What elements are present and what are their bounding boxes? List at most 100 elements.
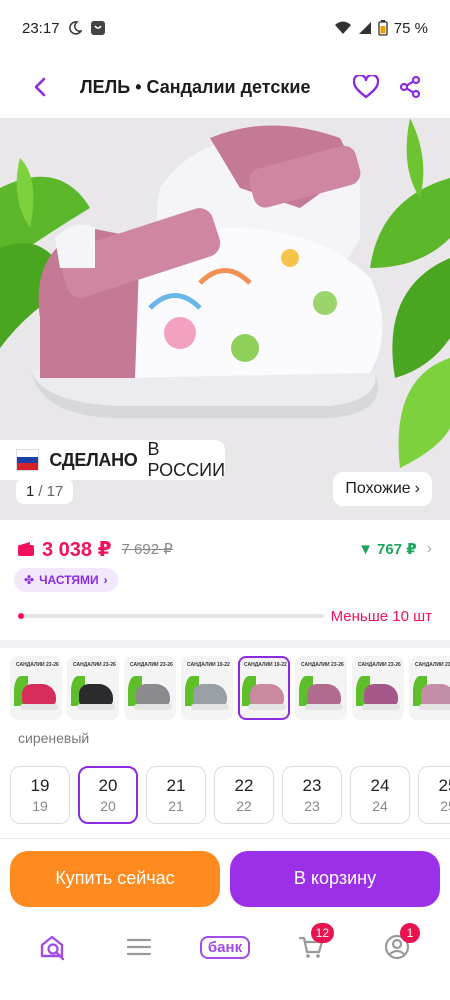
shoe-thumbnail — [136, 684, 170, 706]
color-variant[interactable]: САНДАЛИИ 19-22 — [181, 656, 233, 720]
section-divider — [0, 640, 450, 648]
selected-color-name: сиреневый — [18, 730, 90, 746]
status-bar: 23:17 75 % — [0, 0, 450, 56]
bonus-points[interactable]: ▼ 767 ₽ › — [358, 540, 432, 558]
sole-graphic — [77, 704, 115, 710]
shoe-thumbnail — [193, 684, 227, 706]
sole-graphic — [362, 704, 400, 710]
pager-total: / 17 — [38, 482, 64, 500]
bank-logo: банк — [199, 935, 251, 959]
stock-label: Меньше 10 шт — [330, 607, 432, 625]
color-variants: САНДАЛИИ 23-26 САНДАЛИИ 23-26 САНДАЛИИ 23-… — [10, 656, 450, 720]
chevron-right-icon: › — [426, 540, 432, 557]
size-option[interactable]: 23 23 — [282, 766, 342, 824]
similar-products-button[interactable]: Похожие › — [333, 472, 432, 506]
shoe-thumbnail — [364, 684, 398, 706]
pager-current: 1 — [26, 482, 35, 500]
installments-chip[interactable]: ✤ ЧАСТЯМИ › — [14, 568, 118, 592]
flower-icon: ✤ — [24, 573, 35, 587]
back-arrow-icon — [34, 77, 46, 97]
variant-tag: САНДАЛИИ 23-26 — [16, 662, 59, 668]
installments-label: ЧАСТЯМИ — [39, 573, 99, 587]
action-bar: Купить сейчас В корзину — [0, 838, 450, 918]
sole-graphic — [248, 704, 286, 710]
color-variant[interactable]: САНДАЛИИ 23-26 — [10, 656, 62, 720]
home-search-icon — [40, 935, 65, 961]
menu-icon — [126, 938, 152, 956]
share-icon — [399, 75, 421, 99]
do-not-disturb-icon — [68, 21, 82, 35]
flag-stripe-blue — [17, 456, 39, 464]
cart-badge: 12 — [310, 923, 334, 943]
stock-bar-fill — [18, 613, 25, 619]
shoe-thumbnail — [307, 684, 341, 706]
variant-tag: САНДАЛИИ 19-22 — [187, 662, 230, 668]
size-option[interactable]: 2525 — [418, 766, 450, 824]
signal-icon — [358, 21, 372, 35]
shoe-thumbnail — [22, 684, 56, 706]
size-option[interactable]: 22 22 — [214, 766, 274, 824]
variant-tag: САНДАЛИИ 23-26 — [130, 662, 173, 668]
size-ru: 21 — [166, 776, 186, 795]
flag-stripe-white — [17, 450, 39, 457]
price-block: 3 038 ₽ 7 692 ₽ ▼ 767 ₽ › ✤ ЧАСТЯМИ › Ме… — [0, 520, 450, 640]
size-option[interactable]: 21 21 — [146, 766, 206, 824]
stock-bar — [18, 613, 324, 619]
color-variant[interactable]: САНДАЛИИ 23-26 — [124, 656, 176, 720]
favorite-button[interactable] — [344, 65, 388, 109]
size-option[interactable]: 24 24 — [350, 766, 410, 824]
size-eu: 19 — [32, 798, 48, 814]
size-ru: 20 — [98, 776, 118, 795]
color-variant[interactable]: САНДАЛИИ 23-26 — [295, 656, 347, 720]
sole-graphic — [20, 704, 58, 710]
nav-home[interactable] — [28, 925, 78, 969]
sole-graphic — [191, 704, 229, 710]
size-option[interactable]: 20 20 — [78, 766, 138, 824]
wallet-icon — [18, 542, 34, 556]
profile-badge: 1 — [400, 923, 420, 943]
shoe-thumbnail — [250, 684, 284, 706]
nav-profile[interactable]: 1 — [372, 923, 422, 969]
similar-label: Похожие — [345, 480, 411, 497]
size-selector: 1919202021212222232324242525 — [10, 766, 450, 826]
bottom-navigation: банк 12 1 — [0, 918, 450, 976]
size-eu: 20 — [100, 798, 116, 814]
size-eu: 23 — [304, 798, 320, 814]
product-gallery[interactable]: СДЕЛАНО В РОССИИ 1 / 17 Похожие › — [0, 118, 450, 520]
sole-graphic — [305, 704, 343, 710]
stock-indicator: Меньше 10 шт — [18, 606, 432, 626]
wifi-icon — [334, 21, 352, 35]
chevron-right-icon: › — [414, 480, 420, 497]
shoe-thumbnail — [79, 684, 113, 706]
flag-stripe-red — [17, 463, 39, 471]
variant-tag: САНДАЛИИ 23-26 — [358, 662, 401, 668]
variant-tag: САНДАЛИИ 23-26 — [301, 662, 344, 668]
buy-now-button[interactable]: Купить сейчас — [10, 850, 220, 907]
russia-flag-icon — [16, 449, 40, 471]
size-ru: 25 — [438, 776, 450, 795]
share-button[interactable] — [388, 65, 432, 109]
made-in-russia-badge: СДЕЛАНО В РОССИИ — [0, 439, 225, 480]
app-notification-icon — [90, 20, 106, 36]
size-eu: 25 — [440, 798, 450, 814]
sole-graphic — [419, 704, 450, 710]
color-variant[interactable]: САНДАЛИИ 19-22 — [238, 656, 290, 720]
color-variant[interactable]: САНДАЛИИ 23-26 — [409, 656, 450, 720]
nav-cart[interactable]: 12 — [286, 923, 336, 969]
size-option[interactable]: 19 19 — [10, 766, 70, 824]
add-to-cart-button[interactable]: В корзину — [230, 850, 440, 907]
variant-tag: САНДАЛИИ 19-22 — [244, 662, 287, 668]
color-variant[interactable]: САНДАЛИИ 23-26 — [67, 656, 119, 720]
back-button[interactable] — [18, 65, 62, 109]
size-eu: 21 — [168, 798, 184, 814]
size-ru: 19 — [30, 776, 50, 795]
color-variant[interactable]: САНДАЛИИ 23-26 — [352, 656, 404, 720]
nav-catalog[interactable] — [114, 925, 164, 969]
sole-graphic — [134, 704, 172, 710]
made-in-label-rest: В РОССИИ — [147, 439, 225, 480]
chevron-right-icon: › — [103, 573, 108, 587]
triangle-down-icon: ▼ — [358, 540, 374, 558]
nav-bank[interactable]: банк — [199, 925, 251, 969]
image-pager: 1 / 17 — [16, 478, 74, 504]
variant-tag: САНДАЛИИ 23-26 — [73, 662, 116, 668]
